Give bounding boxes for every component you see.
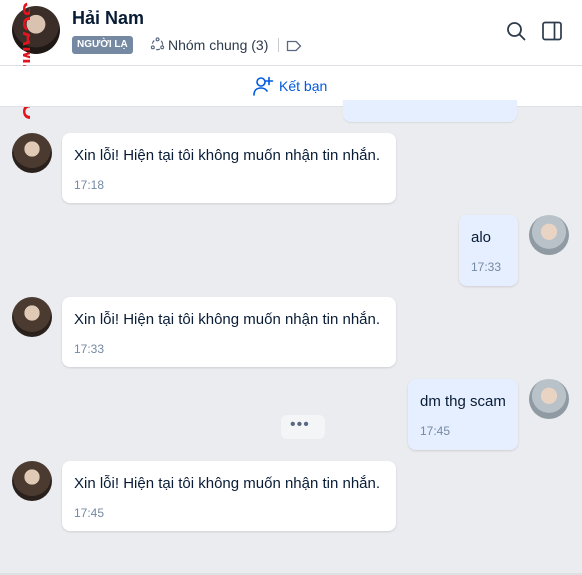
scam-watermark: SCAM.INFO	[18, 2, 30, 120]
message-bubble-received[interactable]: Xin lỗi! Hiện tại tôi không muốn nhận ti…	[62, 133, 396, 203]
more-dots-icon: •••	[290, 416, 310, 433]
message-text: dm thg scam	[420, 393, 506, 410]
contact-avatar-small[interactable]	[12, 297, 52, 337]
message-time: 17:45	[420, 424, 451, 438]
contact-avatar-small[interactable]	[12, 461, 52, 501]
stranger-badge: NGƯỜI LẠ	[72, 36, 133, 54]
add-user-icon	[253, 76, 274, 96]
message-time: 17:33	[471, 260, 502, 274]
message-bubble-received[interactable]: Xin lỗi! Hiện tại tôi không muốn nhận ti…	[62, 461, 396, 531]
message-time: 17:33	[74, 342, 105, 356]
previous-message-bubble	[343, 100, 517, 122]
message-bubble-sent[interactable]: alo 17:33	[459, 215, 518, 286]
message-bubble-sent[interactable]: dm thg scam 17:45	[408, 379, 518, 450]
message-text: Xin lỗi! Hiện tại tôi không muốn nhận ti…	[74, 311, 381, 328]
groups-icon	[150, 37, 165, 51]
chat-header: SCAM.INFO Hải Nam NGƯỜI LẠ Nhóm chung (3…	[0, 0, 582, 120]
contact-avatar-small[interactable]	[12, 133, 52, 173]
search-icon[interactable]	[504, 19, 528, 43]
message-time: 17:18	[74, 178, 105, 192]
common-groups-link[interactable]: Nhóm chung (3)	[168, 37, 268, 53]
tag-icon[interactable]	[286, 40, 302, 52]
message-bubble-received[interactable]: Xin lỗi! Hiện tại tôi không muốn nhận ti…	[62, 297, 396, 367]
contact-name[interactable]: Hải Nam	[72, 8, 144, 29]
message-text: Xin lỗi! Hiện tại tôi không muốn nhận ti…	[74, 147, 381, 164]
sidebar-toggle-icon[interactable]	[540, 19, 564, 43]
more-options-button[interactable]: •••	[281, 415, 325, 439]
message-text: alo	[471, 229, 492, 246]
header-divider	[278, 38, 279, 52]
add-friend-label: Kết bạn	[279, 78, 328, 94]
message-text: Xin lỗi! Hiện tại tôi không muốn nhận ti…	[74, 475, 381, 492]
message-time: 17:45	[74, 506, 105, 520]
my-avatar[interactable]	[529, 379, 569, 419]
my-avatar[interactable]	[529, 215, 569, 255]
